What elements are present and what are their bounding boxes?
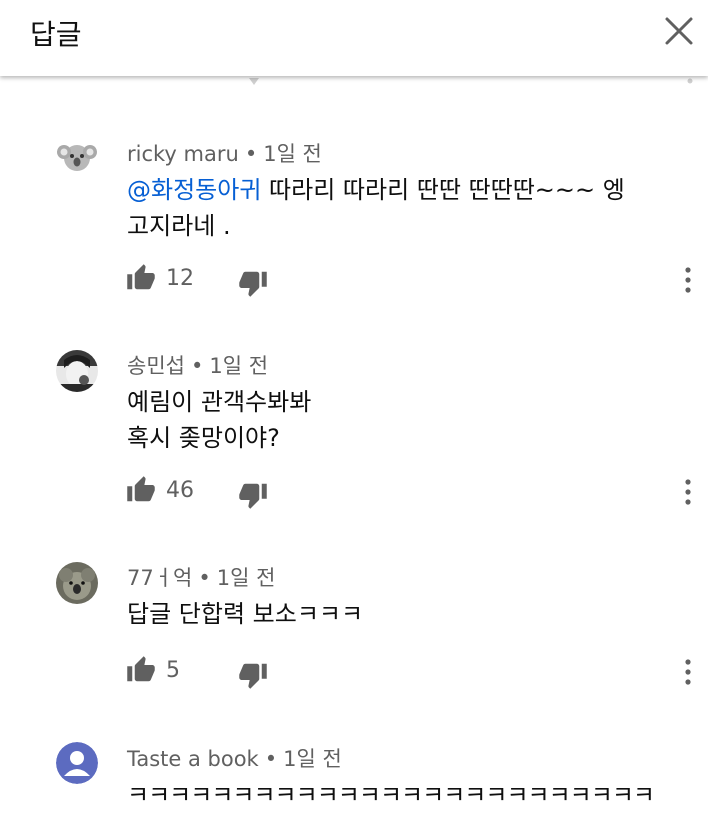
replies-header: 답글	[0, 0, 708, 76]
comment-text-line: 예림이 관객수봐봐	[127, 388, 312, 416]
comment-meta: 송민섭 • 1일 전	[127, 350, 268, 380]
comment-meta: ricky maru • 1일 전	[127, 138, 322, 168]
author-name[interactable]: 77ㅓ억	[127, 566, 192, 590]
mention-link[interactable]: @화정동아귀	[127, 176, 261, 204]
vertical-dots-icon	[685, 479, 691, 505]
vertical-dots-icon	[685, 267, 691, 293]
person-photo-avatar[interactable]	[56, 350, 98, 392]
comment-time: 1일 전	[263, 142, 322, 166]
default-person-avatar-icon[interactable]	[56, 742, 98, 784]
like-button[interactable]	[126, 263, 156, 293]
author-name[interactable]: ricky maru	[127, 142, 239, 166]
comment-time: 1일 전	[216, 566, 276, 590]
comment-text-line: ㅋㅋㅋㅋㅋㅋㅋㅋㅋㅋㅋㅋㅋㅋㅋㅋㅋㅋㅋㅋㅋㅋㅋㅋㅋ	[127, 781, 655, 809]
more-options-button[interactable]	[676, 477, 700, 507]
comment-text-line: 고지라네 .	[127, 212, 231, 240]
separator-dot: •	[198, 566, 211, 590]
comment-text: 따라리 따라리 딴딴 딴딴딴~~~ 엥	[261, 176, 625, 204]
thumbs-up-icon	[127, 656, 155, 682]
comment-text-line: @화정동아귀 따라리 따라리 딴딴 딴딴딴~~~ 엥	[127, 172, 625, 208]
more-options-button[interactable]	[676, 265, 700, 295]
dislike-button[interactable]	[238, 480, 268, 510]
vertical-dots-icon	[685, 659, 691, 685]
comment-text-line: 답글 단합력 보소ㅋㅋㅋ	[127, 600, 364, 628]
like-count: 12	[166, 266, 194, 291]
thumbs-down-icon	[239, 663, 267, 689]
thumbs-up-icon	[127, 264, 155, 290]
author-name[interactable]: 송민섭	[127, 354, 185, 378]
close-icon	[665, 17, 693, 45]
author-name[interactable]: Taste a book	[127, 747, 259, 771]
close-button[interactable]	[660, 12, 698, 50]
thumbs-up-icon	[127, 476, 155, 502]
dislike-button[interactable]	[238, 268, 268, 298]
separator-dot: •	[190, 354, 204, 378]
comment-text-line: 혹시 좆망이야?	[127, 424, 280, 452]
koala-avatar-icon[interactable]	[56, 136, 98, 178]
thumbs-down-icon	[239, 271, 267, 297]
animal-photo-avatar[interactable]	[56, 562, 98, 604]
header-title: 답글	[30, 18, 82, 51]
comment-time: 1일 전	[209, 354, 269, 378]
like-count: 46	[166, 478, 194, 503]
like-button[interactable]	[126, 655, 156, 685]
more-options-button[interactable]	[676, 657, 700, 687]
separator-dot: •	[264, 747, 278, 771]
comment-meta: Taste a book • 1일 전	[127, 743, 342, 773]
like-count: 5	[166, 658, 180, 683]
comment-meta: 77ㅓ억 • 1일 전	[127, 562, 275, 592]
like-button[interactable]	[126, 475, 156, 505]
separator-dot: •	[244, 142, 258, 166]
thumbs-down-icon	[239, 483, 267, 509]
comment-time: 1일 전	[283, 747, 342, 771]
dislike-button[interactable]	[238, 660, 268, 690]
